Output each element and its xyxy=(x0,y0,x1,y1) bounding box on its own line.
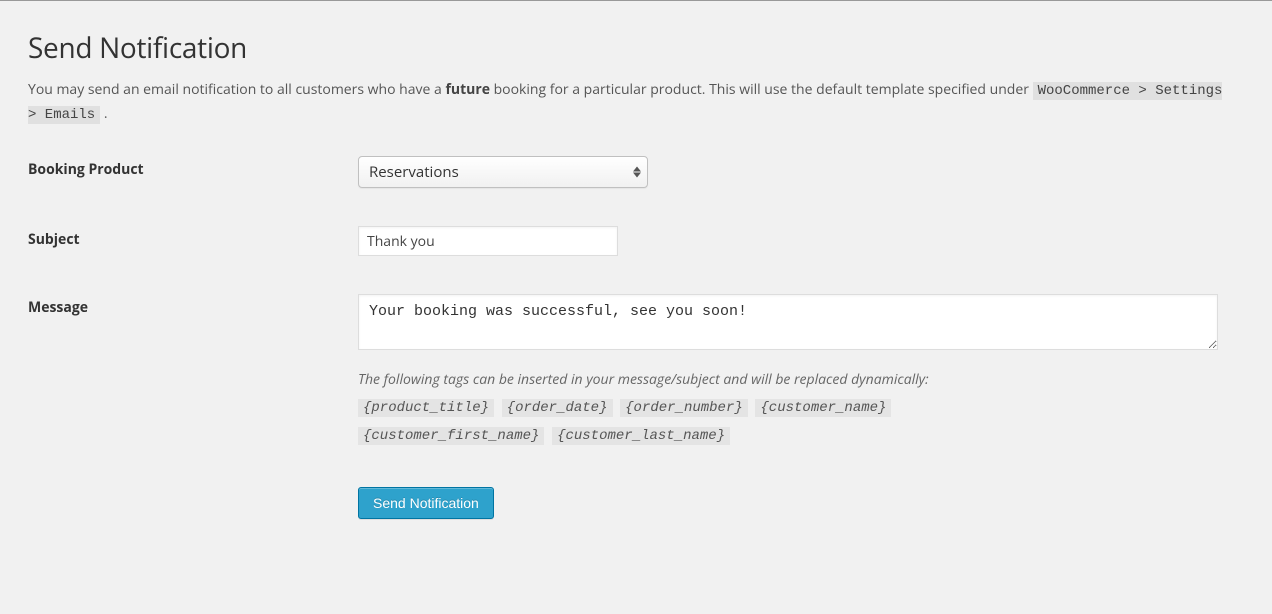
select-arrows-icon xyxy=(633,167,641,178)
template-tag: {customer_name} xyxy=(755,399,891,417)
desc-text-bold: future xyxy=(445,80,490,99)
page-title: Send Notification xyxy=(28,29,1244,67)
booking-product-label: Booking Product xyxy=(28,156,358,179)
template-tag: {product_title} xyxy=(358,399,494,417)
subject-input[interactable] xyxy=(358,226,618,256)
message-label: Message xyxy=(28,294,358,317)
page-description: You may send an email notification to al… xyxy=(28,79,1228,126)
tags-note: The following tags can be inserted in yo… xyxy=(358,367,1078,449)
template-tag: {order_date} xyxy=(502,399,613,417)
template-tag: {customer_last_name} xyxy=(552,427,730,445)
template-tag: {order_number} xyxy=(620,399,748,417)
tags-note-intro: The following tags can be inserted in yo… xyxy=(358,370,929,389)
template-tag: {customer_first_name} xyxy=(358,427,544,445)
send-notification-button[interactable]: Send Notification xyxy=(358,487,494,519)
desc-text-suffix: . xyxy=(100,104,107,123)
desc-text-mid: booking for a particular product. This w… xyxy=(490,80,1033,99)
subject-label: Subject xyxy=(28,226,358,249)
message-textarea[interactable]: Your booking was successful, see you soo… xyxy=(358,294,1218,350)
booking-product-select[interactable]: Reservations xyxy=(358,156,648,188)
desc-text-prefix: You may send an email notification to al… xyxy=(28,80,445,99)
booking-product-value: Reservations xyxy=(369,162,459,182)
